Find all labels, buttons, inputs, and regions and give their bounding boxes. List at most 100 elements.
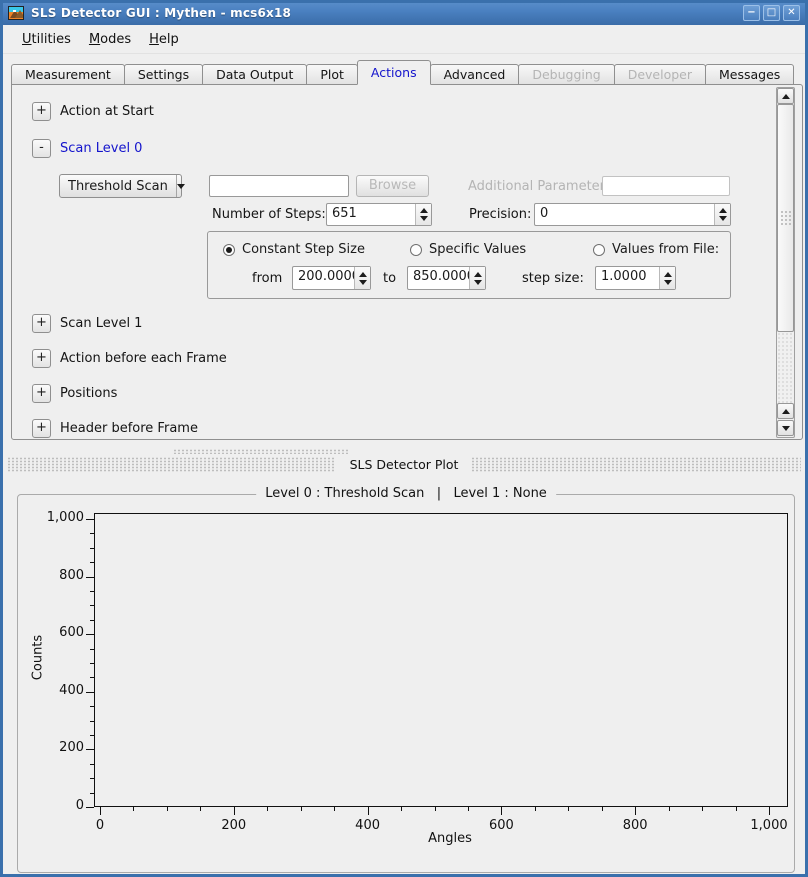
precision-label: Precision: xyxy=(469,207,531,222)
tab-settings[interactable]: Settings xyxy=(124,64,203,85)
tick-mark xyxy=(90,764,94,765)
scroll-up-button[interactable] xyxy=(777,88,794,104)
menu-utilities[interactable]: Utilities xyxy=(13,29,80,50)
radio-constant-step-size-label: Constant Step Size xyxy=(242,242,365,257)
spinner-arrows-icon[interactable] xyxy=(659,267,675,289)
spinner-arrows-icon[interactable] xyxy=(714,204,730,225)
collapse-scan-level-0-button[interactable]: - xyxy=(32,139,51,158)
tab-messages[interactable]: Messages xyxy=(705,64,794,85)
expand-action-at-start-button[interactable]: + xyxy=(32,102,51,121)
step-size-spinner[interactable]: 1.0000 xyxy=(595,266,676,290)
expand-header-before-frame-button[interactable]: + xyxy=(32,419,51,438)
tick-mark xyxy=(90,548,94,549)
tick-mark xyxy=(90,591,94,592)
tab-actions[interactable]: Actions xyxy=(357,60,431,85)
tab-data-output[interactable]: Data Output xyxy=(202,64,307,85)
tab-debugging: Debugging xyxy=(518,64,614,85)
to-spinner[interactable]: 850.0000 xyxy=(407,266,486,290)
titlebar[interactable]: SLS Detector GUI : Mythen - mcs6x18 − □ … xyxy=(0,0,808,25)
tick-mark xyxy=(90,562,94,563)
section-scan-level-1-label: Scan Level 1 xyxy=(60,316,142,331)
spinner-arrows-icon[interactable] xyxy=(354,267,370,289)
tick-mark xyxy=(90,663,94,664)
tick-mark xyxy=(468,807,469,811)
plot-group: Level 0 : Threshold Scan | Level 1 : Non… xyxy=(17,485,795,873)
from-label: from xyxy=(252,271,282,286)
scroll-up-button-2[interactable] xyxy=(777,403,794,419)
plot-dock-titlebar[interactable]: SLS Detector Plot xyxy=(7,457,801,472)
maximize-button[interactable]: □ xyxy=(763,5,780,21)
tick-mark xyxy=(401,807,402,811)
tick-mark xyxy=(769,807,770,815)
arrow-up-icon xyxy=(782,94,790,99)
radio-icon[interactable] xyxy=(593,244,605,256)
radio-values-from-file-label: Values from File: xyxy=(612,242,719,257)
tick-mark xyxy=(267,807,268,811)
arrow-up-icon xyxy=(782,409,790,414)
tab-plot[interactable]: Plot xyxy=(306,64,358,85)
tab-advanced[interactable]: Advanced xyxy=(430,64,520,85)
close-button[interactable]: ✕ xyxy=(783,5,800,21)
radio-values-from-file[interactable]: Values from File: xyxy=(593,242,719,257)
section-action-before-each-frame-label: Action before each Frame xyxy=(60,351,227,366)
step-mode-groupbox: Constant Step Size Specific Values Value… xyxy=(207,231,731,299)
menu-modes[interactable]: Modes xyxy=(80,29,140,50)
tick-mark xyxy=(90,793,94,794)
tick-label: 0 xyxy=(18,798,84,813)
section-header-before-frame-label: Header before Frame xyxy=(60,421,198,436)
number-of-steps-label: Number of Steps: xyxy=(212,207,326,222)
expand-scan-level-1-button[interactable]: + xyxy=(32,314,51,333)
radio-specific-values-label: Specific Values xyxy=(429,242,526,257)
tick-label: 0 xyxy=(65,818,135,833)
tick-mark xyxy=(86,577,94,578)
tab-developer: Developer xyxy=(614,64,706,85)
app-window: SLS Detector GUI : Mythen - mcs6x18 − □ … xyxy=(0,0,808,877)
tick-mark xyxy=(90,735,94,736)
scrollbar-thumb[interactable] xyxy=(777,104,794,332)
tick-label: 800 xyxy=(18,568,84,583)
tick-mark xyxy=(90,605,94,606)
tab-measurement[interactable]: Measurement xyxy=(11,64,125,85)
from-spinner[interactable]: 200.0000 xyxy=(292,266,371,290)
scan-script-input[interactable] xyxy=(209,175,349,197)
scroll-down-button[interactable] xyxy=(777,420,794,436)
tick-mark xyxy=(100,807,101,815)
section-scan-level-0-label: Scan Level 0 xyxy=(60,141,142,156)
tick-mark xyxy=(736,807,737,811)
browse-button: Browse xyxy=(356,175,429,197)
tick-mark xyxy=(86,634,94,635)
number-of-steps-spinner[interactable]: 651 xyxy=(326,203,432,226)
expand-action-before-each-frame-button[interactable]: + xyxy=(32,349,51,368)
tick-mark xyxy=(602,807,603,811)
tick-mark xyxy=(86,749,94,750)
splitter-handle[interactable] xyxy=(173,449,349,454)
radio-specific-values[interactable]: Specific Values xyxy=(410,242,526,257)
expand-positions-button[interactable]: + xyxy=(32,384,51,403)
tick-mark xyxy=(86,519,94,520)
precision-spinner[interactable]: 0 xyxy=(534,203,731,226)
number-of-steps-value: 651 xyxy=(327,204,415,225)
tick-mark xyxy=(90,620,94,621)
radio-icon[interactable] xyxy=(410,244,422,256)
minimize-button[interactable]: − xyxy=(743,5,760,21)
window-title: SLS Detector GUI : Mythen - mcs6x18 xyxy=(31,6,291,20)
chevron-down-icon[interactable] xyxy=(176,175,185,197)
to-value: 850.0000 xyxy=(408,267,469,289)
tick-mark xyxy=(234,807,235,815)
spinner-arrows-icon[interactable] xyxy=(415,204,431,225)
radio-icon[interactable] xyxy=(223,244,235,256)
vertical-scrollbar[interactable] xyxy=(776,87,795,438)
spinner-arrows-icon[interactable] xyxy=(469,267,485,289)
tick-mark xyxy=(535,807,536,811)
additional-parameter-input xyxy=(602,176,730,196)
tick-mark xyxy=(167,807,168,811)
radio-constant-step-size[interactable]: Constant Step Size xyxy=(223,242,365,257)
tick-mark xyxy=(86,807,94,808)
tick-mark xyxy=(501,807,502,815)
menu-help[interactable]: Help xyxy=(140,29,188,50)
plot-canvas[interactable] xyxy=(94,513,788,807)
tick-label: 200 xyxy=(18,740,84,755)
grip-icon xyxy=(780,210,791,226)
scan-mode-combobox[interactable]: Threshold Scan xyxy=(59,174,182,198)
plot-dock-title: SLS Detector Plot xyxy=(336,457,473,472)
